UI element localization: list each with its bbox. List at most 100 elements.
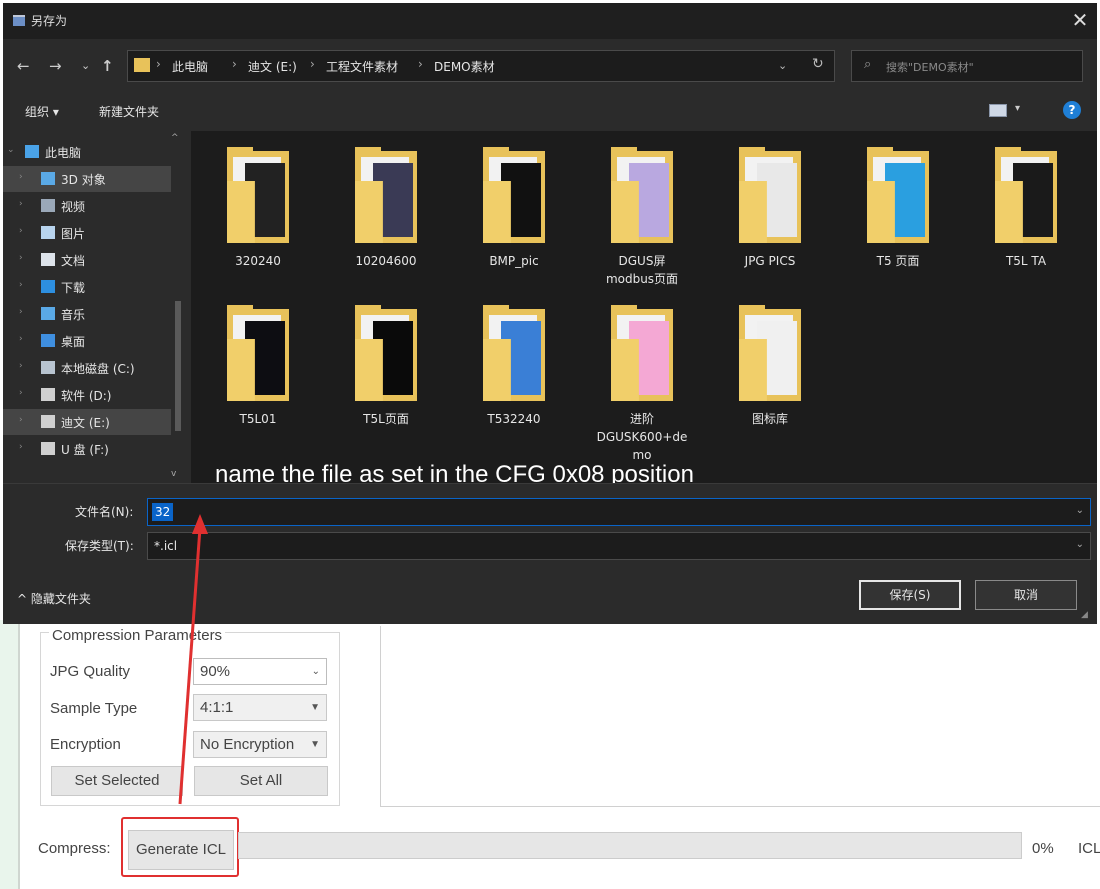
folder-item[interactable]: T5 页面 (839, 147, 957, 270)
chevron-down-icon[interactable]: ⌄ (1076, 539, 1084, 550)
nav-item-label: 软件 (D:) (61, 389, 112, 403)
chevron-down-icon: ⌄ (311, 666, 320, 677)
filetype-select[interactable]: *.icl ⌄ (147, 532, 1091, 560)
download-icon (41, 280, 55, 293)
help-icon[interactable]: ? (1063, 101, 1081, 119)
folder-item[interactable]: T5L01 (199, 305, 317, 428)
folder-item[interactable]: 进阶 DGUSK600+de mo (583, 305, 701, 464)
chevron-right-icon[interactable]: › (19, 199, 23, 209)
folder-icon (223, 147, 293, 246)
nav-item-label: 本地磁盘 (C:) (61, 362, 135, 376)
chevron-down-icon[interactable]: ⌄ (1076, 505, 1084, 516)
nav-item[interactable]: › 图片 (3, 220, 171, 246)
folder-icon (607, 305, 677, 404)
nav-item-label: 3D 对象 (61, 173, 106, 187)
dialog-footer: 文件名(N): 32 ⌄ 保存类型(T): *.icl ⌄ ^ 隐藏文件夹 保存… (3, 483, 1097, 624)
address-bar[interactable]: › 此电脑 › 迪文 (E:) › 工程文件素材 › DEMO素材 ⌄ ↻ (127, 50, 835, 82)
folder-label: DGUS屏 modbus页面 (605, 254, 679, 286)
scroll-down-icon[interactable]: v (171, 469, 176, 479)
breadcrumb-this-pc[interactable]: 此电脑 (172, 58, 208, 75)
set-all-button[interactable]: Set All (194, 766, 328, 796)
nav-item[interactable]: › 3D 对象 (3, 166, 171, 192)
folder-label: T5L TA (1005, 254, 1047, 268)
chevron-right-icon[interactable]: › (19, 442, 23, 452)
group-title: Compression Parameters (49, 627, 226, 644)
set-selected-button[interactable]: Set Selected (51, 766, 183, 796)
folder-item[interactable]: 320240 (199, 147, 317, 270)
folder-item[interactable]: T5L TA (967, 147, 1085, 270)
expand-icon[interactable]: ⌄ (7, 145, 15, 155)
folder-item[interactable]: T532240 (455, 305, 573, 428)
nav-scrollbar-thumb[interactable] (175, 301, 181, 431)
encryption-select[interactable]: No Encryption ▼ (193, 731, 327, 758)
chevron-right-icon[interactable]: › (19, 280, 23, 290)
chevron-right-icon[interactable]: › (19, 253, 23, 263)
recent-locations-icon[interactable]: ⌄ (81, 59, 90, 72)
drive-c-icon (41, 361, 55, 374)
folder-icon (479, 147, 549, 246)
jpg-quality-combo[interactable]: 90% ⌄ (193, 658, 327, 685)
drive-d-icon (41, 388, 55, 401)
navigation-bar: ← → ⌄ ↑ › 此电脑 › 迪文 (E:) › 工程文件素材 › DEMO素… (3, 47, 1097, 85)
folder-icon (351, 305, 421, 404)
dropdown-arrow-icon: ▼ (310, 702, 320, 713)
organize-menu[interactable]: 组织 ▾ (25, 103, 59, 120)
search-box[interactable]: ⌕ 搜索"DEMO素材" (851, 50, 1083, 82)
nav-item-label: 下载 (61, 281, 86, 295)
nav-item[interactable]: › 桌面 (3, 328, 171, 354)
drive-e-icon (41, 415, 55, 428)
breadcrumb-separator: › (232, 57, 237, 71)
nav-item[interactable]: › 视频 (3, 193, 171, 219)
chevron-right-icon[interactable]: › (19, 388, 23, 398)
breadcrumb-drive-e[interactable]: 迪文 (E:) (248, 58, 297, 75)
nav-item[interactable]: › 软件 (D:) (3, 382, 171, 408)
chevron-right-icon[interactable]: › (19, 307, 23, 317)
nav-item-label: 音乐 (61, 308, 86, 322)
nav-item[interactable]: ⌄ 此电脑 (3, 139, 171, 165)
folder-item[interactable]: DGUS屏 modbus页面 (583, 147, 701, 288)
breadcrumb-demo-assets[interactable]: DEMO素材 (434, 58, 495, 75)
up-arrow-icon[interactable]: ↑ (101, 57, 114, 75)
nav-item[interactable]: › 音乐 (3, 301, 171, 327)
chevron-right-icon[interactable]: › (19, 226, 23, 236)
nav-item[interactable]: › 本地磁盘 (C:) (3, 355, 171, 381)
breadcrumb-project-files[interactable]: 工程文件素材 (326, 58, 398, 75)
computer-icon (25, 145, 39, 158)
chevron-right-icon[interactable]: › (19, 172, 23, 182)
folder-item[interactable]: T5L页面 (327, 305, 445, 428)
nav-item[interactable]: › 文档 (3, 247, 171, 273)
chevron-right-icon[interactable]: › (19, 415, 23, 425)
sample-type-select[interactable]: 4:1:1 ▼ (193, 694, 327, 721)
chevron-down-icon[interactable]: ⌄ (778, 59, 787, 72)
hide-folders-toggle[interactable]: ^ 隐藏文件夹 (17, 590, 91, 607)
back-arrow-icon[interactable]: ← (17, 57, 30, 75)
new-folder-button[interactable]: 新建文件夹 (99, 103, 159, 120)
cancel-button[interactable]: 取消 (975, 580, 1077, 610)
forward-arrow-icon[interactable]: → (49, 57, 62, 75)
close-icon[interactable]: ✕ (1067, 7, 1093, 33)
save-button[interactable]: 保存(S) (859, 580, 961, 610)
folder-label: 320240 (235, 254, 281, 268)
folder-icon (607, 147, 677, 246)
nav-item[interactable]: › 下载 (3, 274, 171, 300)
filename-input[interactable]: 32 ⌄ (147, 498, 1091, 526)
resize-grip-icon[interactable]: ◢ (1081, 610, 1088, 620)
folder-label: T5 页面 (876, 254, 920, 268)
chevron-right-icon[interactable]: › (19, 361, 23, 371)
folder-icon (223, 305, 293, 404)
folder-item[interactable]: BMP_pic (455, 147, 573, 270)
left-strip (0, 620, 18, 889)
chevron-down-icon[interactable]: ▾ (1015, 103, 1020, 114)
scroll-up-icon[interactable]: ^ (171, 133, 179, 143)
nav-item[interactable]: › 迪文 (E:) (3, 409, 171, 435)
folder-item[interactable]: JPG PICS (711, 147, 829, 270)
progress-percent: 0% (1032, 840, 1054, 857)
nav-item-label: 此电脑 (45, 146, 82, 160)
nav-item[interactable]: › U 盘 (F:) (3, 436, 171, 462)
view-options-icon[interactable] (989, 104, 1007, 117)
folder-item[interactable]: 图标库 (711, 305, 829, 428)
folder-label: T5L01 (239, 412, 277, 426)
chevron-right-icon[interactable]: › (19, 334, 23, 344)
folder-item[interactable]: 10204600 (327, 147, 445, 270)
refresh-icon[interactable]: ↻ (812, 56, 824, 72)
